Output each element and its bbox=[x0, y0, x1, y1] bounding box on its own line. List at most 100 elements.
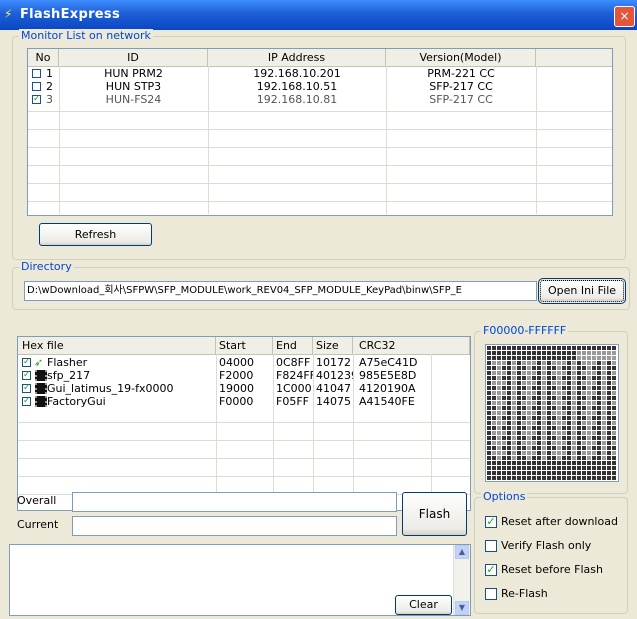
hex-file-checkbox[interactable]: ✓ bbox=[22, 371, 31, 380]
scroll-down-icon[interactable]: ▼ bbox=[455, 601, 469, 615]
monitor-list-legend: Monitor List on network bbox=[19, 29, 153, 42]
monitor-row[interactable]: 1 HUN PRM2 192.168.10.201 PRM-221 CC bbox=[28, 67, 612, 80]
memory-map-cell bbox=[522, 441, 526, 445]
hex-file-row[interactable]: ✓ ➶ Flasher 04000 0C8FF 10172 A75eC41D bbox=[18, 356, 470, 369]
monitor-list[interactable]: No ID IP Address Version(Model) 1 HUN PR… bbox=[27, 48, 613, 216]
memory-map-cell bbox=[537, 421, 541, 425]
directory-path-field[interactable]: D:\wDownload_회사\SFPW\SFP_MODULE\work_REV… bbox=[24, 281, 537, 301]
memory-map-cell bbox=[547, 396, 551, 400]
hex-file-crc: A41540FE bbox=[359, 395, 415, 408]
monitor-no: 2 bbox=[46, 80, 53, 93]
memory-map-cell bbox=[557, 396, 561, 400]
scroll-up-icon[interactable]: ▲ bbox=[455, 545, 469, 559]
memory-map-cell bbox=[537, 436, 541, 440]
column-header-ip[interactable]: IP Address bbox=[208, 49, 386, 66]
memory-map-cell bbox=[557, 461, 561, 465]
memory-map-cell bbox=[532, 406, 536, 410]
flash-button[interactable]: Flash bbox=[402, 492, 467, 536]
option-re-flash[interactable]: Re-Flash bbox=[485, 586, 625, 602]
memory-map-cell bbox=[557, 371, 561, 375]
memory-map-cell bbox=[607, 416, 611, 420]
memory-map-cell bbox=[557, 456, 561, 460]
column-header-crc32[interactable]: CRC32 bbox=[353, 337, 470, 354]
memory-map-cell bbox=[577, 351, 581, 355]
memory-map-cell bbox=[552, 411, 556, 415]
hex-file-checkbox[interactable]: ✓ bbox=[22, 358, 31, 367]
memory-map-cell bbox=[547, 376, 551, 380]
column-header-no[interactable]: No bbox=[28, 49, 59, 66]
memory-map-cell bbox=[532, 436, 536, 440]
close-button[interactable]: × bbox=[614, 6, 635, 27]
clear-button[interactable]: Clear bbox=[395, 595, 452, 615]
memory-map-cell bbox=[497, 391, 501, 395]
verify-flash-only-checkbox[interactable] bbox=[485, 540, 497, 552]
reset-after-download-checkbox[interactable]: ✓ bbox=[485, 516, 497, 528]
option-reset-after-download[interactable]: ✓ Reset after download bbox=[485, 514, 625, 530]
memory-map-cell bbox=[567, 411, 571, 415]
memory-map-cell bbox=[547, 436, 551, 440]
hex-file-checkbox[interactable]: ✓ bbox=[22, 397, 31, 406]
memory-map-cell bbox=[602, 436, 606, 440]
column-header-end[interactable]: End bbox=[273, 337, 313, 354]
refresh-button[interactable]: Refresh bbox=[39, 223, 152, 246]
memory-map-cell bbox=[522, 396, 526, 400]
option-reset-before-flash[interactable]: ✓ Reset before Flash bbox=[485, 562, 625, 578]
memory-map-cell bbox=[602, 466, 606, 470]
column-header-hex-file[interactable]: Hex file bbox=[18, 337, 216, 354]
memory-map-cell bbox=[517, 366, 521, 370]
memory-map-cell bbox=[562, 426, 566, 430]
re-flash-checkbox[interactable] bbox=[485, 588, 497, 600]
memory-map-cell bbox=[587, 451, 591, 455]
title-bar[interactable]: ⚡ FlashExpress × bbox=[0, 0, 637, 30]
monitor-row-checkbox[interactable] bbox=[32, 82, 41, 91]
reset-before-flash-label: Reset before Flash bbox=[501, 563, 603, 576]
memory-map-cell bbox=[557, 451, 561, 455]
memory-map-cell bbox=[582, 436, 586, 440]
memory-map-cell bbox=[552, 421, 556, 425]
memory-map-cell bbox=[577, 456, 581, 460]
monitor-row[interactable]: 2 HUN STP3 192.168.10.51 SFP-217 CC bbox=[28, 80, 612, 93]
memory-map-cell bbox=[537, 346, 541, 350]
memory-map-cell bbox=[567, 441, 571, 445]
column-header-version[interactable]: Version(Model) bbox=[386, 49, 536, 66]
hex-file-row[interactable]: ✓ FactoryGui F0000 F05FF 14075 A41540FE bbox=[18, 395, 470, 408]
column-header-start[interactable]: Start bbox=[216, 337, 273, 354]
memory-map-cell bbox=[532, 346, 536, 350]
memory-map-cell bbox=[517, 446, 521, 450]
memory-map-cell bbox=[507, 396, 511, 400]
hex-file-row[interactable]: ✓ Gui_latimus_19-fx0000 19000 1C000 4104… bbox=[18, 382, 470, 395]
memory-map-cell bbox=[537, 426, 541, 430]
memory-map-cell bbox=[487, 381, 491, 385]
memory-map-cell bbox=[522, 471, 526, 475]
memory-map-cell bbox=[597, 391, 601, 395]
open-ini-file-button[interactable]: Open Ini File bbox=[538, 278, 626, 304]
memory-map-cell bbox=[572, 461, 576, 465]
memory-map-cell bbox=[567, 431, 571, 435]
monitor-row[interactable]: ✓ 3 HUN-FS24 192.168.10.81 SFP-217 CC bbox=[28, 93, 612, 106]
log-output[interactable]: ▲ ▼ Clear bbox=[9, 544, 471, 616]
column-header-id[interactable]: ID bbox=[59, 49, 208, 66]
memory-map-cell bbox=[557, 346, 561, 350]
memory-map-cell bbox=[512, 351, 516, 355]
log-scrollbar[interactable]: ▲ ▼ bbox=[453, 545, 470, 615]
memory-map-cell bbox=[522, 451, 526, 455]
memory-map-cell bbox=[567, 416, 571, 420]
memory-map-cell bbox=[502, 446, 506, 450]
monitor-row-checkbox[interactable]: ✓ bbox=[32, 95, 41, 104]
hex-file-row[interactable]: ✓ sfp_217 F2000 F824FF 401239 985E5E8D bbox=[18, 369, 470, 382]
monitor-row-checkbox[interactable] bbox=[32, 69, 41, 78]
memory-map-cell bbox=[552, 371, 556, 375]
memory-map-cell bbox=[507, 386, 511, 390]
memory-map-cell bbox=[567, 451, 571, 455]
option-verify-flash-only[interactable]: Verify Flash only bbox=[485, 538, 625, 554]
memory-map-cell bbox=[592, 406, 596, 410]
hex-file-checkbox[interactable]: ✓ bbox=[22, 384, 31, 393]
memory-map-cell bbox=[497, 356, 501, 360]
memory-map-cell bbox=[552, 401, 556, 405]
reset-before-flash-checkbox[interactable]: ✓ bbox=[485, 564, 497, 576]
memory-map-cell bbox=[572, 386, 576, 390]
memory-map-cell bbox=[597, 401, 601, 405]
column-header-size[interactable]: Size bbox=[313, 337, 353, 354]
hex-file-list[interactable]: Hex file Start End Size CRC32 ✓ ➶ Flashe… bbox=[17, 336, 471, 511]
memory-map-cell bbox=[527, 396, 531, 400]
